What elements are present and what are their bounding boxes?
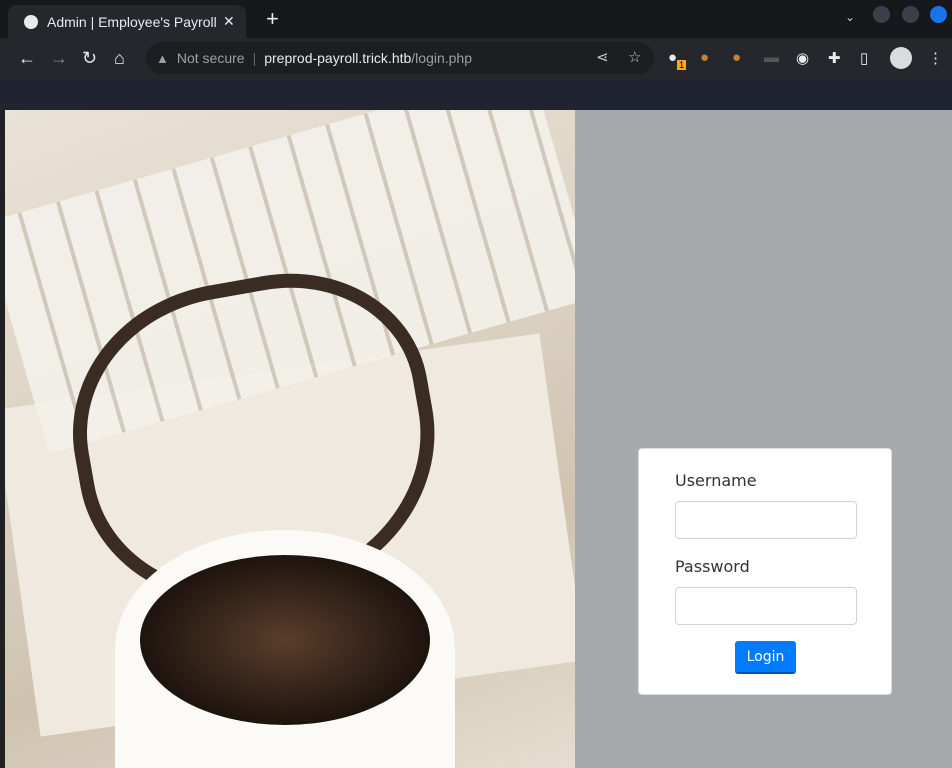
profile-avatar-icon[interactable]	[890, 47, 912, 69]
cookie-extension-icon[interactable]: ●	[700, 49, 709, 66]
username-label: Username	[675, 471, 757, 490]
tab-search-chevron-icon[interactable]: ⌄	[845, 10, 855, 24]
url-host: preprod-payroll.trick.htb	[264, 50, 412, 66]
side-panel-icon[interactable]: ▯	[860, 49, 868, 67]
coffee-image	[140, 555, 430, 725]
reload-icon[interactable]: ↻	[82, 48, 97, 69]
username-input[interactable]	[675, 501, 857, 539]
password-label: Password	[675, 557, 750, 576]
maximize-button[interactable]	[902, 6, 919, 23]
security-label: Not secure	[176, 50, 245, 66]
menu-kebab-icon[interactable]: ⋮	[928, 49, 943, 67]
divider: |	[252, 50, 257, 66]
login-page: Username Password Login	[5, 110, 952, 768]
close-window-button[interactable]	[930, 6, 947, 23]
warning-icon: ▲	[156, 50, 169, 66]
close-tab-icon[interactable]: ✕	[223, 13, 235, 30]
address-bar[interactable]: ▲ Not secure | preprod-payroll.trick.htb…	[146, 42, 654, 74]
share-icon[interactable]: ⋖	[596, 48, 609, 66]
bookmarks-area	[0, 80, 952, 110]
bookmark-star-icon[interactable]: ☆	[628, 48, 641, 66]
hat-extension-icon[interactable]: ▬	[764, 49, 779, 66]
globe-icon	[24, 14, 38, 29]
tab-title: Admin | Employee's Payroll Management Sy…	[47, 13, 217, 30]
extension-badge: 1	[677, 60, 687, 70]
mask-extension-icon[interactable]: ◉	[796, 49, 809, 67]
login-card: Username Password Login	[638, 448, 892, 695]
cookie-editor-icon[interactable]: ●	[732, 49, 741, 66]
new-tab-button[interactable]: +	[266, 6, 279, 32]
browser-tab[interactable]: Admin | Employee's Payroll Management Sy…	[8, 5, 246, 38]
extension-icon[interactable]: ● 1	[668, 49, 687, 70]
url-path: /login.php	[411, 50, 472, 66]
login-button[interactable]: Login	[735, 641, 796, 674]
tab-strip: Admin | Employee's Payroll Management Sy…	[0, 0, 952, 38]
back-icon[interactable]: ←	[18, 48, 36, 69]
forward-icon[interactable]: →	[50, 48, 68, 69]
extensions-puzzle-icon[interactable]: ✚	[828, 49, 841, 67]
home-icon[interactable]: ⌂	[114, 48, 125, 69]
browser-toolbar: ← → ↻ ⌂ ▲ Not secure | preprod-payroll.t…	[0, 38, 952, 80]
minimize-button[interactable]	[873, 6, 890, 23]
desk-photo	[5, 110, 575, 768]
password-input[interactable]	[675, 587, 857, 625]
